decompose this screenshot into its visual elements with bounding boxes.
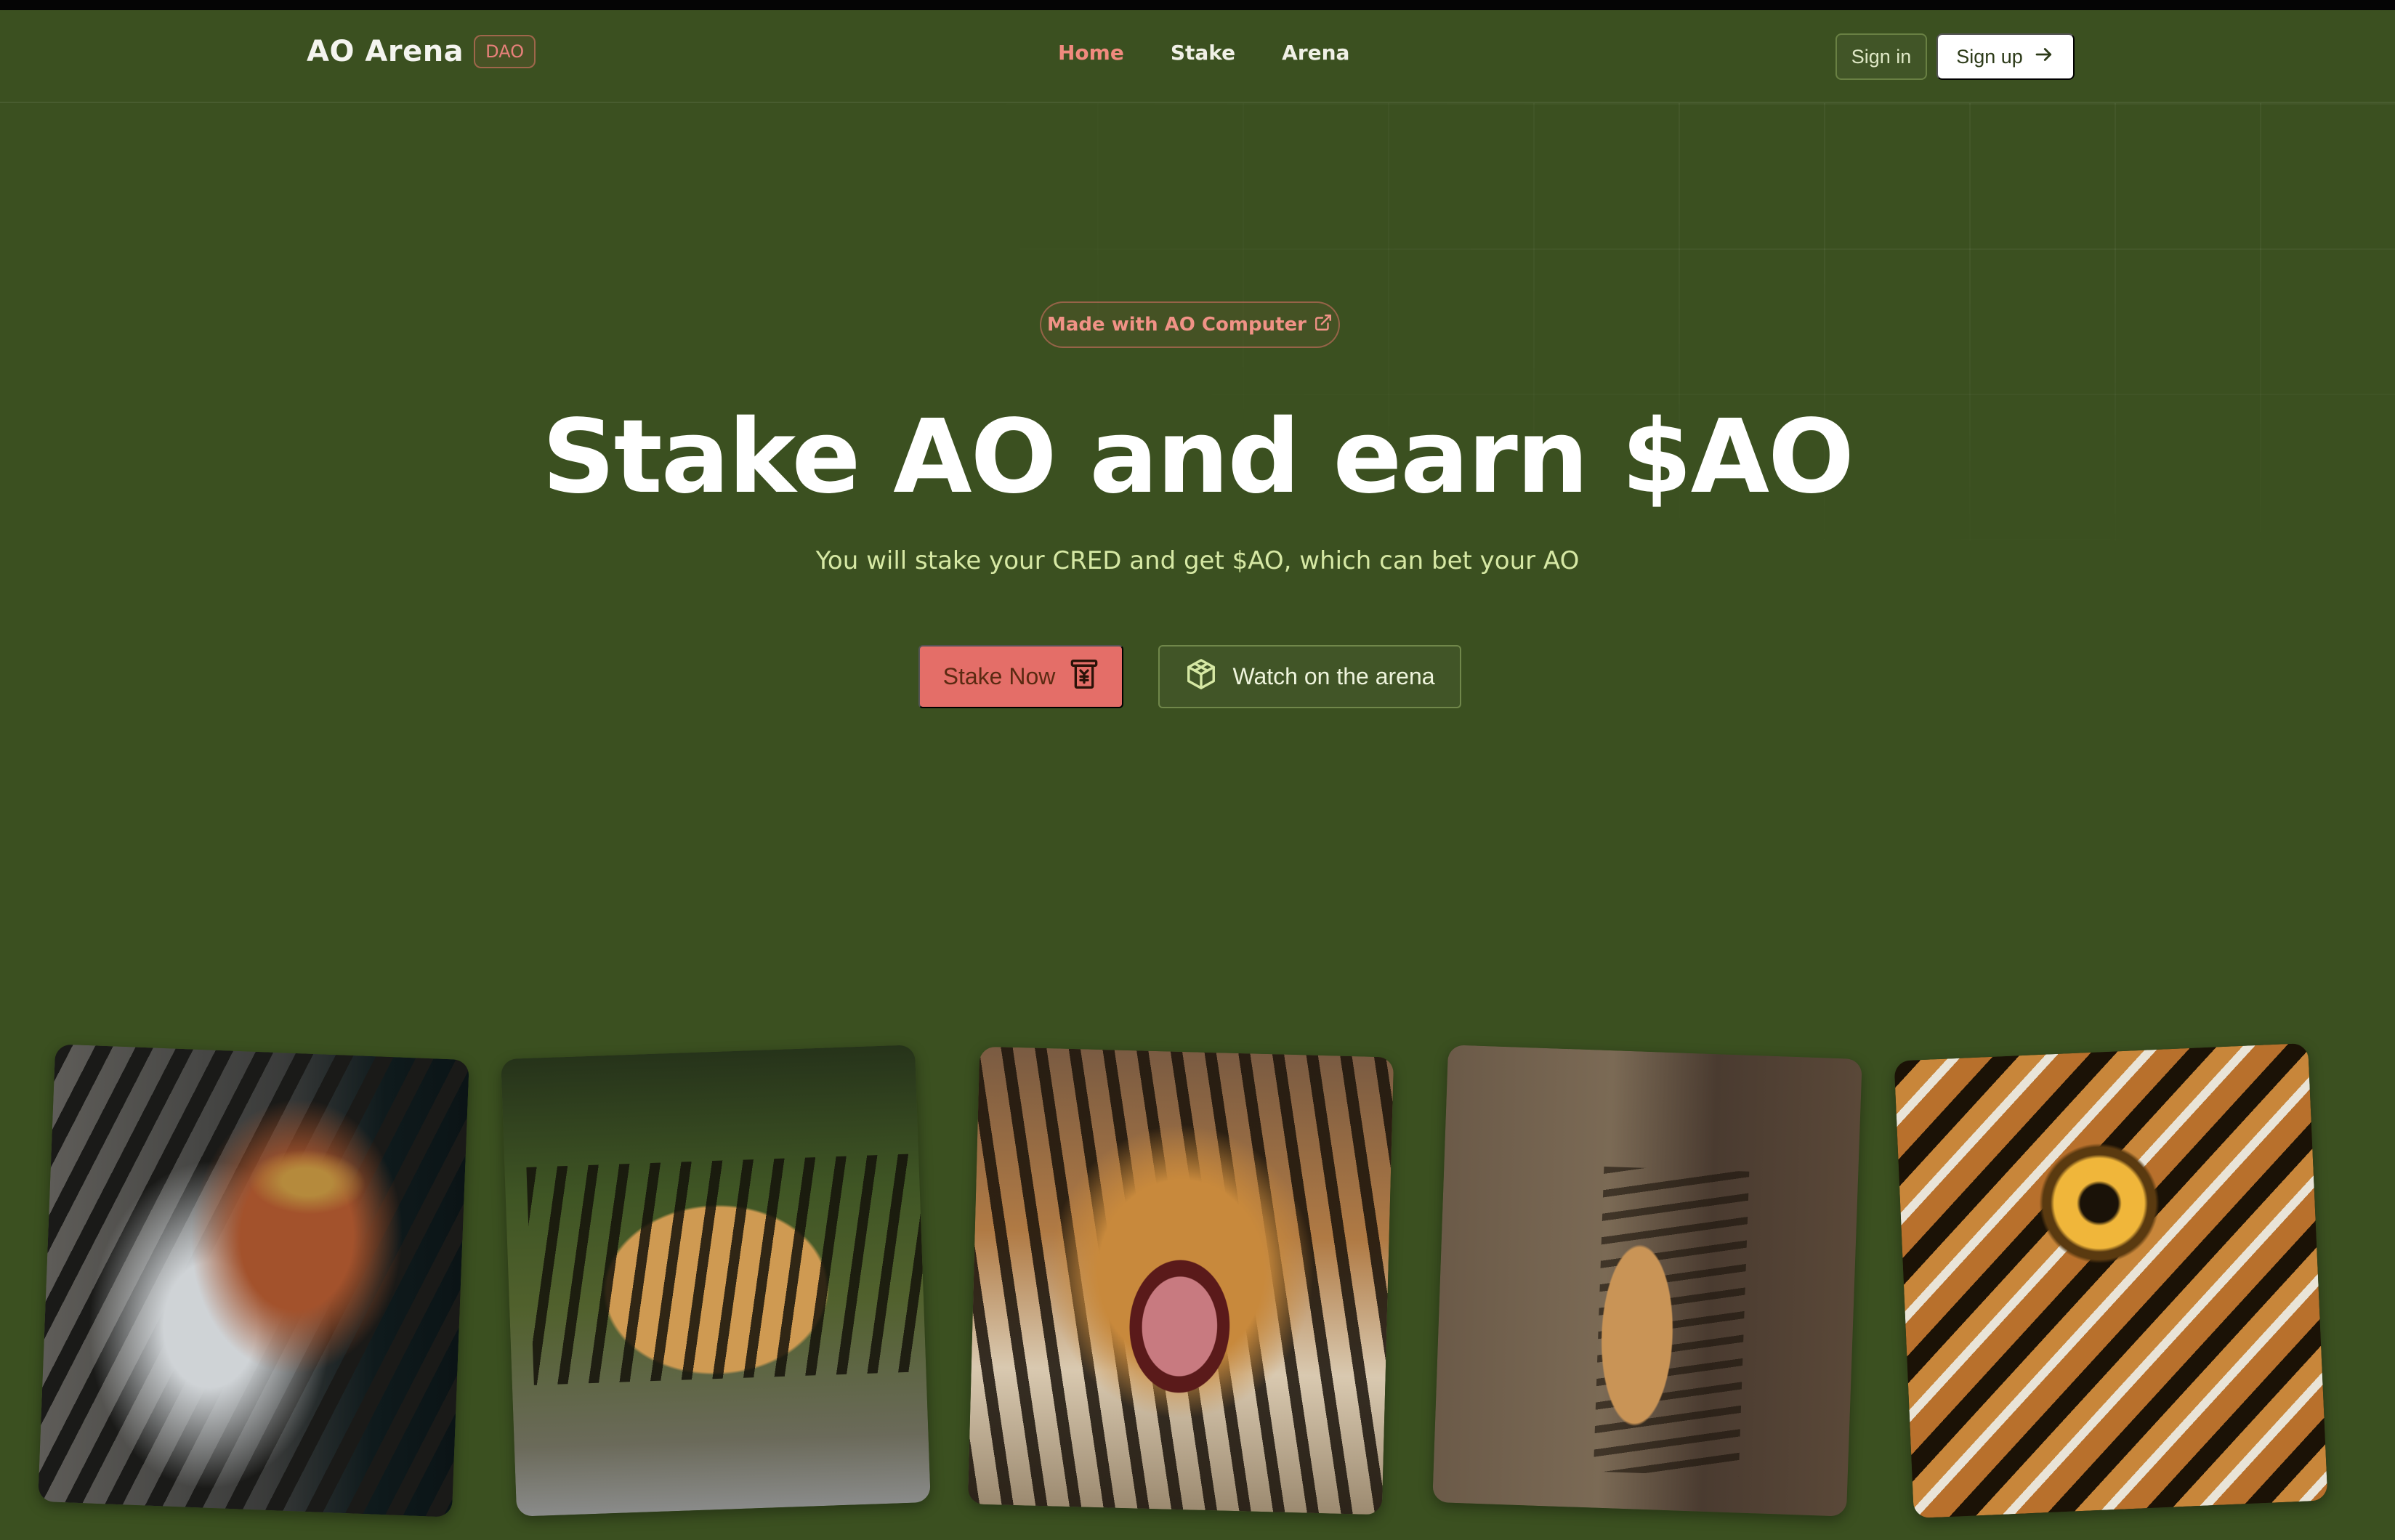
brand-title: AO Arena <box>307 35 464 68</box>
tiger-eye-photo <box>1894 1042 2328 1519</box>
external-link-icon <box>1314 313 1333 337</box>
arrow-right-icon <box>2033 44 2055 70</box>
sign-in-button[interactable]: Sign in <box>1835 33 1927 80</box>
tiger-roaring-photo <box>967 1046 1394 1515</box>
hero-title: Stake AO and earn $AO <box>541 398 1854 516</box>
hero-subtitle: You will stake your CRED and get $AO, wh… <box>815 546 1580 575</box>
sign-up-button[interactable]: Sign up <box>1936 33 2075 80</box>
tiger-walking-photo <box>501 1045 931 1517</box>
tiger-sitting-photo <box>1432 1045 1862 1517</box>
nav-home-link[interactable]: Home <box>1058 41 1124 65</box>
box-3d-icon <box>1184 657 1218 697</box>
brand[interactable]: AO Arena DAO <box>307 35 536 68</box>
window-top-bar <box>0 0 2395 10</box>
main-nav: Home Stake Arena <box>1058 41 1396 65</box>
tiger-profile-photo <box>38 1044 469 1517</box>
sign-in-label: Sign in <box>1851 45 1912 68</box>
stake-now-button[interactable]: Stake Now <box>918 645 1123 708</box>
nav-stake-link[interactable]: Stake <box>1171 41 1235 65</box>
sign-up-label: Sign up <box>1956 45 2023 68</box>
watch-arena-label: Watch on the arena <box>1232 663 1435 689</box>
watch-arena-button[interactable]: Watch on the arena <box>1158 645 1461 708</box>
vending-machine-icon <box>1070 658 1099 696</box>
made-with-ao-link[interactable]: Made with AO Computer <box>1040 301 1340 348</box>
dao-badge: DAO <box>474 35 536 68</box>
navbar: AO Arena DAO Home Stake Arena Sign in Si… <box>0 10 2395 103</box>
nav-arena-link[interactable]: Arena <box>1282 41 1349 65</box>
stake-now-label: Stake Now <box>942 663 1056 689</box>
made-with-ao-label: Made with AO Computer <box>1047 314 1306 336</box>
